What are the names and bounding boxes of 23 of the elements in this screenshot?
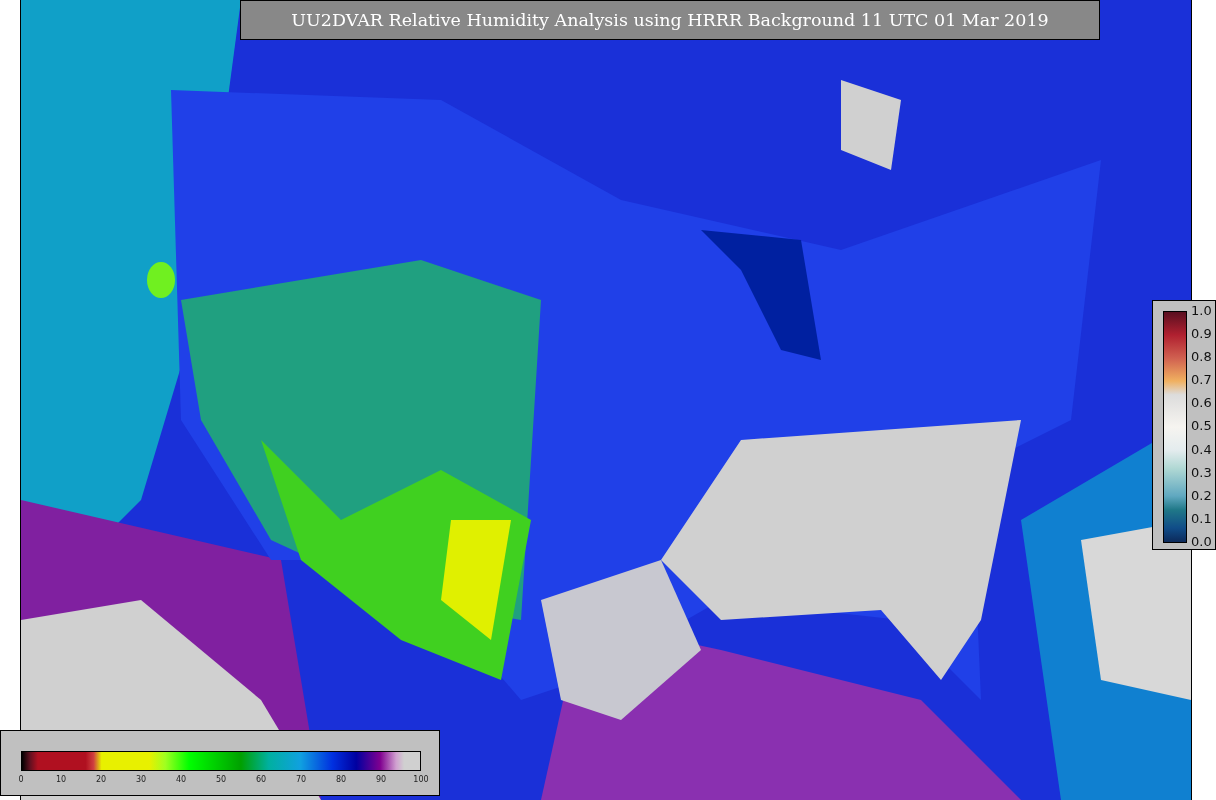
tick-label: 0.7	[1191, 372, 1212, 388]
tick-label: 40	[174, 775, 188, 784]
tick-label: 0	[17, 775, 25, 784]
tick-label: 100	[412, 775, 430, 784]
tick-label: 80	[334, 775, 348, 784]
tick-label: 60	[254, 775, 268, 784]
tick-label: 0.0	[1191, 533, 1212, 549]
tick-label: 20	[94, 775, 108, 784]
map-title: UU2DVAR Relative Humidity Analysis using HRRR Background 11 UTC 01 Mar 2019	[240, 0, 1100, 40]
tick-label: 50	[214, 775, 228, 784]
tick-label: 0.5	[1191, 418, 1212, 434]
tick-label: 10	[54, 775, 68, 784]
tick-label: 1.0	[1191, 303, 1212, 318]
tick-label: 30	[134, 775, 148, 784]
tick-label: 90	[374, 775, 388, 784]
tick-label: 70	[294, 775, 308, 784]
tick-label: 0.3	[1191, 464, 1212, 480]
tick-label: 0.6	[1191, 395, 1212, 411]
tick-label: 0.4	[1191, 441, 1212, 457]
tick-label: 0.1	[1191, 510, 1212, 526]
tick-label: 0.2	[1191, 487, 1212, 503]
tick-label: 0.9	[1191, 326, 1212, 342]
tick-label: 0.8	[1191, 349, 1212, 365]
